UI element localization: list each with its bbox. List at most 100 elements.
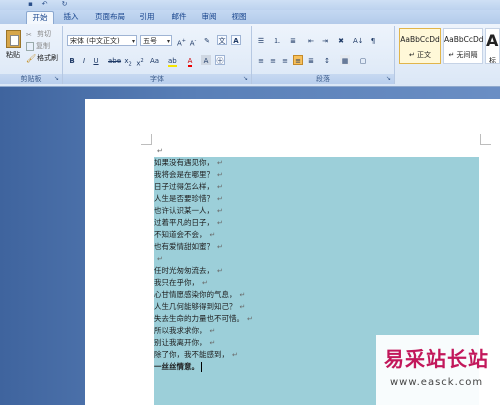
style-name: 标 [489, 57, 496, 64]
superscript-button[interactable]: x2 [135, 55, 145, 67]
align-center-icon[interactable]: ≡ [268, 55, 278, 65]
strikethrough-button[interactable]: abe [107, 55, 121, 65]
paragraph-group: ☰ ⒈ ≣ ⇤ ⇥ ✖ A↓ ¶ ≡ ≡ ≡ ≡ ≣ ↕ ▦ ▢ 段落 ↘ [252, 26, 395, 84]
redo-icon[interactable]: ↻ [60, 1, 69, 8]
cut-button[interactable]: ✂ 剪切 [26, 29, 51, 39]
increase-indent-icon[interactable]: ⇥ [320, 35, 330, 45]
cut-label: 剪切 [37, 30, 51, 38]
copy-button[interactable]: 复制 [26, 41, 50, 51]
italic-button[interactable]: I [79, 55, 89, 65]
paste-button[interactable]: 粘贴 [4, 28, 22, 64]
text-line[interactable]: 别让我离开你， ↵ [154, 337, 215, 348]
dialog-launcher-icon[interactable]: ↘ [243, 76, 249, 82]
copy-icon [26, 41, 34, 51]
tab-view[interactable]: 视图 [228, 11, 250, 23]
tab-page-layout[interactable]: 页面布局 [90, 11, 130, 23]
text-line[interactable]: 一丝丝情意。 [154, 361, 202, 372]
ribbon-tabs: 开始 插入 页面布局 引用 邮件 审阅 视图 [0, 10, 500, 25]
bold-button[interactable]: B [67, 55, 77, 65]
shrink-font-button[interactable]: A- [188, 35, 198, 47]
style-name: ↵ 正文 [408, 51, 432, 59]
grow-font-button[interactable]: A+ [176, 35, 186, 47]
align-right-icon[interactable]: ≡ [280, 55, 290, 65]
save-icon[interactable]: ▪ [26, 1, 35, 8]
line-spacing-icon[interactable]: ↕ [322, 55, 332, 65]
dialog-launcher-icon[interactable]: ↘ [386, 76, 392, 82]
text-line[interactable]: 除了你，我不能感到， ↵ [154, 349, 238, 360]
align-left-icon[interactable]: ≡ [256, 55, 266, 65]
text-line[interactable]: 也有爱情甜如蜜？ ↵ [154, 241, 223, 252]
style-heading[interactable]: Aa 标 [485, 28, 500, 64]
scissors-icon: ✂ [26, 30, 32, 39]
distribute-icon[interactable]: ≣ [306, 55, 316, 65]
chevron-down-icon: ▾ [131, 38, 135, 45]
margin-corner [480, 134, 491, 145]
style-sample: Aa [486, 31, 499, 50]
text-line[interactable]: 失去生命的力量也不可惜。 ↵ [154, 313, 253, 324]
font-size-value: 五号 [143, 37, 157, 45]
text-line[interactable]: 我将会是在哪里？ ↵ [154, 169, 223, 180]
change-case-button[interactable]: Aa [149, 55, 159, 65]
font-color-button[interactable]: A [185, 55, 195, 67]
format-painter-button[interactable]: 🖌格式刷 [26, 53, 58, 63]
char-border-icon[interactable]: A [231, 35, 241, 45]
text-line[interactable]: 人生是否要珍惜？ ↵ [154, 193, 223, 204]
text-cursor [201, 362, 202, 372]
text-line[interactable]: 我只在乎你， ↵ [154, 277, 208, 288]
quick-access-toolbar: ▪ ↶ ↻ [0, 0, 500, 10]
style-normal[interactable]: AaBbCcDd ↵ 正文 [399, 28, 441, 64]
enclose-char-icon[interactable]: ㊉ [215, 55, 225, 65]
watermark: 易采站长站 www.easck.com [376, 335, 500, 405]
watermark-title: 易采站长站 [384, 347, 489, 371]
justify-icon[interactable]: ≡ [293, 55, 303, 65]
subscript-button[interactable]: x2 [123, 55, 133, 67]
text-line[interactable]: 所以我求求你， ↵ [154, 325, 215, 336]
tab-mailings[interactable]: 邮件 [168, 11, 190, 23]
borders-icon[interactable]: ▢ [358, 55, 368, 65]
margin-corner [141, 134, 152, 145]
tab-review[interactable]: 审阅 [198, 11, 220, 23]
chinese-layout-icon[interactable]: ✖ [336, 35, 346, 45]
tab-references[interactable]: 引用 [136, 11, 158, 23]
paste-icon [5, 30, 21, 48]
numbering-icon[interactable]: ⒈ [272, 35, 282, 45]
format-painter-label: 格式刷 [37, 54, 58, 62]
text-line[interactable]: 过着平凡的日子， ↵ [154, 217, 223, 228]
clipboard-group-label: 剪贴板 [0, 74, 62, 84]
paragraph-group-label: 段落 [252, 74, 394, 84]
highlight-button[interactable]: ab [167, 55, 177, 67]
text-line[interactable]: 如果没有遇见你， ↵ [154, 157, 223, 168]
text-line[interactable]: 日子过得怎么样， ↵ [154, 181, 223, 192]
style-no-spacing[interactable]: AaBbCcDd ↵ 无间隔 [443, 28, 484, 64]
text-line[interactable]: 人生几何能够得到知己？ ↵ [154, 301, 245, 312]
clear-format-icon[interactable]: ✎ [202, 35, 212, 45]
multilevel-list-icon[interactable]: ≣ [288, 35, 298, 45]
show-marks-icon[interactable]: ¶ [368, 35, 378, 45]
style-name: ↵ 无间隔 [448, 51, 478, 59]
text-line[interactable]: 心甘情愿感染你的气息， ↵ [154, 289, 245, 300]
font-group-label: 字体 [63, 74, 251, 84]
decrease-indent-icon[interactable]: ⇤ [306, 35, 316, 45]
text-line[interactable]: 不知道会不会， ↵ [154, 229, 215, 240]
char-shading-icon[interactable]: A [201, 55, 211, 65]
font-name-value: 宋体 (中文正文) [70, 37, 120, 45]
styles-group: AaBbCcDd ↵ 正文 AaBbCcDd ↵ 无间隔 Aa 标 [395, 26, 500, 84]
watermark-url: www.easck.com [390, 377, 484, 388]
dialog-launcher-icon[interactable]: ↘ [54, 76, 60, 82]
chevron-down-icon: ▾ [166, 38, 170, 45]
style-sample: AaBbCcDd [444, 35, 484, 44]
text-line[interactable]: 任时光匆匆流去， ↵ [154, 265, 223, 276]
tab-insert[interactable]: 插入 [60, 11, 82, 23]
font-name-select[interactable]: 宋体 (中文正文) ▾ [67, 35, 137, 46]
text-line[interactable]: ↵ [154, 253, 163, 264]
bullets-icon[interactable]: ☰ [256, 35, 266, 45]
undo-icon[interactable]: ↶ [40, 1, 49, 8]
sort-icon[interactable]: A↓ [352, 35, 364, 45]
text-line[interactable]: 也许认识某一人， ↵ [154, 205, 223, 216]
style-sample: AaBbCcDd [400, 35, 440, 44]
shading-icon[interactable]: ▦ [340, 55, 350, 65]
tab-home[interactable]: 开始 [26, 11, 54, 25]
phonetic-guide-icon[interactable]: 文 [217, 35, 227, 45]
underline-button[interactable]: U [91, 55, 101, 65]
font-size-select[interactable]: 五号 ▾ [140, 35, 172, 46]
